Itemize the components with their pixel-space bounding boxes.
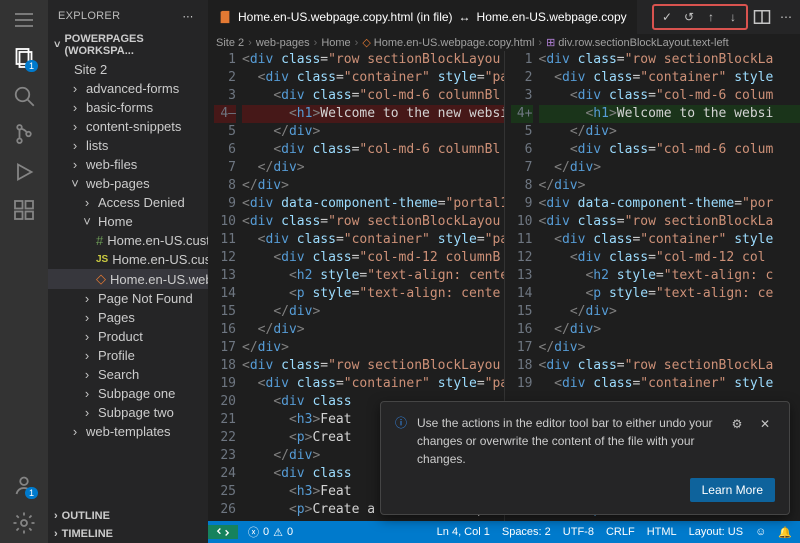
eol-status[interactable]: CRLF	[606, 526, 635, 538]
problems-status[interactable]: ⓧ0⚠0	[248, 524, 293, 540]
outline-section[interactable]: ›OUTLINE	[48, 507, 208, 525]
tab-label-left: Home.en-US.webpage.copy.html (in file)	[238, 10, 453, 24]
bc-symbol[interactable]: ⊞div.row.sectionBlockLayout.text-left	[546, 36, 729, 49]
tree-item[interactable]: ˅web-pages	[48, 174, 208, 193]
tree-item[interactable]: ›web-templates	[48, 422, 208, 441]
menu-icon[interactable]	[12, 8, 36, 32]
workspace-name: POWERPAGES (WORKSPA...	[64, 33, 202, 57]
feedback-icon[interactable]: ☺	[755, 526, 766, 538]
more-actions-icon[interactable]: ⋯	[776, 7, 796, 27]
notification-message: Use the actions in the editor tool bar t…	[417, 414, 717, 468]
source-control-icon[interactable]	[12, 122, 36, 146]
sidebar: EXPLORER ⋯ ˅POWERPAGES (WORKSPA... Site …	[48, 0, 208, 543]
tree-item[interactable]: ›web-files	[48, 155, 208, 174]
explorer-header: EXPLORER ⋯	[48, 0, 208, 30]
cursor-position[interactable]: Ln 4, Col 1	[437, 526, 490, 538]
gutter-left: 1234—56789101112131415161718192021222324…	[208, 51, 242, 521]
tree-item[interactable]: Site 2	[48, 60, 208, 79]
encoding-status[interactable]: UTF-8	[563, 526, 594, 538]
info-icon: ⓘ	[395, 414, 407, 468]
tree-item[interactable]: ›Access Denied	[48, 193, 208, 212]
tree-item[interactable]: ›Pages	[48, 308, 208, 327]
workspace-header[interactable]: ˅POWERPAGES (WORKSPA...	[48, 30, 208, 60]
remote-indicator[interactable]	[208, 525, 238, 539]
tree-item[interactable]: #Home.en-US.cust...	[48, 231, 208, 250]
tree-item[interactable]: ›lists	[48, 136, 208, 155]
tab-bar: Home.en-US.webpage.copy.html (in file) ↔…	[208, 0, 800, 34]
layout-status[interactable]: Layout: US	[689, 526, 743, 538]
run-debug-icon[interactable]	[12, 160, 36, 184]
accept-icon[interactable]: ✓	[657, 7, 677, 27]
tree-item[interactable]: ›Subpage two	[48, 403, 208, 422]
tree-item[interactable]: ›Profile	[48, 346, 208, 365]
revert-icon[interactable]: ↺	[679, 7, 699, 27]
search-icon[interactable]	[12, 84, 36, 108]
tree-item[interactable]: ˅Home	[48, 212, 208, 231]
explorer-icon[interactable]: 1	[12, 46, 36, 70]
tree-item[interactable]: ›basic-forms	[48, 98, 208, 117]
indent-status[interactable]: Spaces: 2	[502, 526, 551, 538]
notif-settings-icon[interactable]: ⚙	[727, 414, 747, 434]
explorer-title: EXPLORER	[58, 10, 120, 22]
notifications-icon[interactable]: 🔔	[778, 526, 792, 539]
tree-item[interactable]: ›content-snippets	[48, 117, 208, 136]
bc-folder[interactable]: web-pages	[256, 37, 310, 49]
tree-item[interactable]: ›Product	[48, 327, 208, 346]
next-change-icon[interactable]: ↓	[723, 7, 743, 27]
bc-folder[interactable]: Home	[321, 37, 350, 49]
account-icon[interactable]: 1	[12, 473, 36, 497]
diff-toolbar-group: ✓ ↺ ↑ ↓	[652, 4, 748, 30]
timeline-section[interactable]: ›TIMELINE	[48, 525, 208, 543]
activity-bar: 1 1	[0, 0, 48, 543]
tree-item[interactable]: ›Subpage one	[48, 384, 208, 403]
tab-arrow-icon: ↔	[459, 10, 471, 24]
notif-close-icon[interactable]: ✕	[755, 414, 775, 434]
extensions-icon[interactable]	[12, 198, 36, 222]
learn-more-button[interactable]: Learn More	[690, 478, 775, 502]
split-editor-icon[interactable]	[752, 7, 772, 27]
tree-item[interactable]: ›Page Not Found	[48, 289, 208, 308]
tree-item[interactable]: ›Search	[48, 365, 208, 384]
tree-item[interactable]: ›advanced-forms	[48, 79, 208, 98]
file-tree: Site 2›advanced-forms›basic-forms›conten…	[48, 60, 208, 507]
tree-item[interactable]: ◇Home.en-US.web...	[48, 269, 208, 289]
language-status[interactable]: HTML	[647, 526, 677, 538]
bc-folder[interactable]: Site 2	[216, 37, 244, 49]
status-bar: ⓧ0⚠0 Ln 4, Col 1 Spaces: 2 UTF-8 CRLF HT…	[208, 521, 800, 543]
diff-tab[interactable]: Home.en-US.webpage.copy.html (in file) ↔…	[208, 0, 638, 34]
settings-icon[interactable]	[12, 511, 36, 535]
tab-label-right: Home.en-US.webpage.copy	[477, 10, 627, 24]
notification-toast: ⓘ Use the actions in the editor tool bar…	[380, 401, 790, 515]
more-icon[interactable]: ⋯	[178, 6, 198, 26]
bc-file[interactable]: ◇Home.en-US.webpage.copy.html	[362, 36, 534, 49]
breadcrumbs[interactable]: Site 2› web-pages› Home› ◇Home.en-US.web…	[208, 34, 800, 51]
tree-item[interactable]: JSHome.en-US.cust...	[48, 250, 208, 269]
prev-change-icon[interactable]: ↑	[701, 7, 721, 27]
file-icon	[218, 10, 232, 24]
